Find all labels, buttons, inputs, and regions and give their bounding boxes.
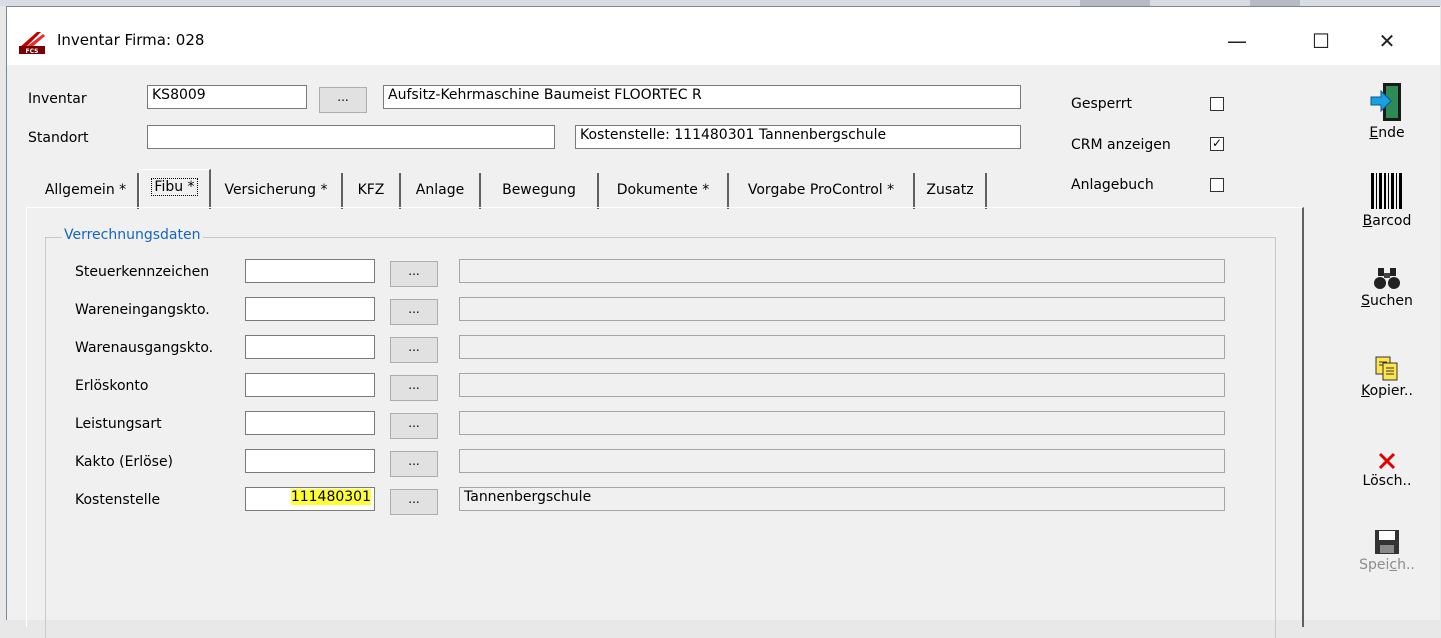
steuerkennzeichen-browse-button[interactable]: ... [390, 261, 438, 287]
tab-vorgabe-procontrol[interactable]: Vorgabe ProControl * [729, 173, 915, 209]
save-icon [1375, 530, 1399, 554]
leistungsart-browse-button[interactable]: ... [390, 413, 438, 439]
tab-anlage[interactable]: Anlage [401, 173, 481, 209]
loeschen-button[interactable]: Lösch.. [1337, 427, 1437, 489]
wareneingangskto-label: Wareneingangskto. [75, 302, 210, 318]
standort-field[interactable] [147, 125, 555, 149]
kopieren-button[interactable]: Kopier.. [1337, 337, 1437, 399]
kakto-erloese-field[interactable] [245, 449, 375, 473]
title-bar[interactable]: FCS Inventar Firma: 028 — ☐ ✕ [7, 7, 1440, 65]
kostenstelle-value-highlight: 111480301 [290, 489, 371, 505]
erloeskonto-field[interactable] [245, 373, 375, 397]
window-title: Inventar Firma: 028 [57, 31, 205, 49]
erloeskonto-label: Erlöskonto [75, 378, 149, 394]
minimize-button[interactable]: — [1207, 19, 1267, 63]
tab-dokumente[interactable]: Dokumente * [599, 173, 729, 209]
binoculars-icon [1374, 268, 1400, 289]
erloeskonto-text [459, 373, 1225, 397]
anlagebuch-checkbox[interactable] [1210, 178, 1224, 192]
anlagebuch-label: Anlagebuch [1071, 177, 1154, 193]
tab-bewegung[interactable]: Bewegung [481, 173, 599, 209]
warenausgangskto-label: Warenausgangskto. [75, 340, 214, 356]
crm-anzeigen-checkbox[interactable]: ✓ [1210, 137, 1224, 151]
gesperrt-label: Gesperrt [1071, 96, 1133, 112]
erloeskonto-browse-button[interactable]: ... [390, 375, 438, 401]
warenausgangskto-browse-button[interactable]: ... [390, 337, 438, 363]
delete-icon [1378, 452, 1396, 470]
leistungsart-text [459, 411, 1225, 435]
wareneingangskto-text [459, 297, 1225, 321]
inventar-number-field[interactable]: KS8009 [147, 85, 307, 109]
leistungsart-field[interactable] [245, 411, 375, 435]
copy-icon [1375, 356, 1398, 381]
wareneingangskto-field[interactable] [245, 297, 375, 321]
barcode-icon [1371, 173, 1402, 209]
wareneingangskto-browse-button[interactable]: ... [390, 299, 438, 325]
warenausgangskto-field[interactable] [245, 335, 375, 359]
steuerkennzeichen-field[interactable] [245, 259, 375, 283]
kostenstelle-field[interactable]: 111480301 [245, 487, 375, 511]
close-button[interactable]: ✕ [1357, 19, 1417, 63]
steuerkennzeichen-label: Steuerkennzeichen [75, 264, 210, 280]
tab-kfz[interactable]: KFZ [343, 173, 401, 209]
gesperrt-checkbox[interactable] [1210, 97, 1224, 111]
kakto-erloese-text [459, 449, 1225, 473]
kostenstelle-text: Tannenbergschule [459, 487, 1225, 511]
kakto-erloese-label: Kakto (Erlöse) [75, 454, 174, 470]
kostenstelle-label: Kostenstelle [75, 492, 161, 508]
barcode-button[interactable]: Barcod [1337, 167, 1437, 229]
exit-door-icon [1370, 83, 1401, 121]
leistungsart-label: Leistungsart [75, 416, 162, 432]
inventar-browse-button[interactable]: ... [319, 87, 367, 113]
app-logo-icon: FCS [17, 30, 47, 54]
speichern-button[interactable]: Speich.. [1337, 511, 1437, 573]
standort-info-field: Kostenstelle: 111480301 Tannenbergschule [575, 125, 1021, 149]
verrechnungsdaten-title: Verrechnungsdaten [62, 227, 203, 243]
ende-button[interactable]: Ende [1337, 79, 1437, 141]
warenausgangskto-text [459, 335, 1225, 359]
inventar-window: FCS Inventar Firma: 028 — ☐ ✕ Inventar K… [6, 6, 1440, 638]
maximize-button[interactable]: ☐ [1291, 19, 1351, 63]
tab-allgemein[interactable]: Allgemein * [34, 173, 139, 209]
suchen-button[interactable]: Suchen [1337, 247, 1437, 309]
tab-zusatz[interactable]: Zusatz [915, 173, 987, 209]
inventar-description-field[interactable]: Aufsitz-Kehrmaschine Baumeist FLOORTEC R [383, 85, 1021, 109]
standort-label: Standort [28, 130, 89, 146]
tab-versicherung[interactable]: Versicherung * [211, 173, 343, 209]
tab-fibu[interactable]: Fibu * [139, 169, 211, 209]
kakto-erloese-browse-button[interactable]: ... [390, 451, 438, 477]
crm-anzeigen-label: CRM anzeigen [1071, 137, 1171, 153]
kostenstelle-browse-button[interactable]: ... [390, 489, 438, 515]
svg-text:FCS: FCS [26, 48, 39, 54]
inventar-label: Inventar [28, 91, 87, 107]
steuerkennzeichen-text [459, 259, 1225, 283]
